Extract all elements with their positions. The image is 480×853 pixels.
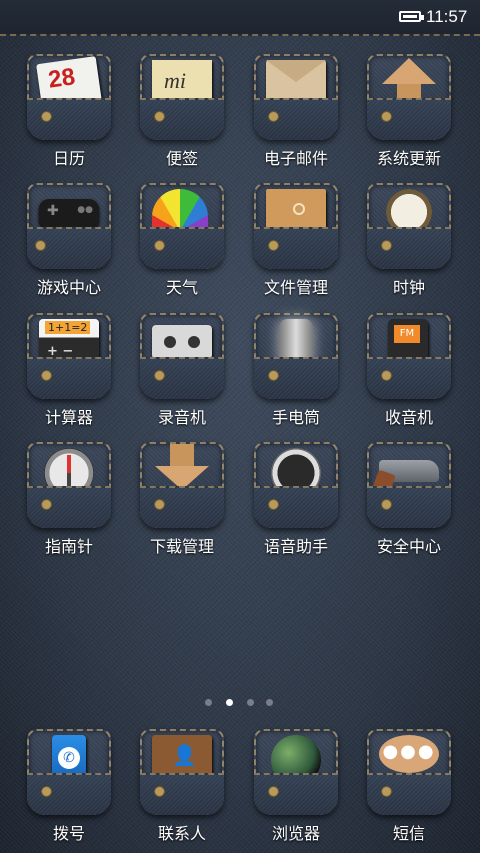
- cassette-recorder-icon: [152, 325, 212, 359]
- page-dot[interactable]: [205, 699, 212, 706]
- page-dot[interactable]: [266, 699, 273, 706]
- app-email[interactable]: 电子邮件: [251, 54, 341, 174]
- app-label: 录音机: [157, 408, 206, 427]
- app-flashlight[interactable]: 手电筒: [251, 313, 341, 433]
- app-system-update[interactable]: 系统更新: [364, 54, 454, 174]
- app-label: 联系人: [157, 824, 206, 843]
- app-label: 浏览器: [271, 824, 320, 843]
- system-update-icon: [382, 58, 436, 84]
- battery-icon: [399, 11, 424, 22]
- app-label: 便签: [165, 149, 198, 168]
- app-clock[interactable]: 时钟: [364, 183, 454, 303]
- app-label: 下载管理: [149, 537, 214, 556]
- app-game-center[interactable]: 游戏中心: [24, 183, 114, 303]
- app-download-manager[interactable]: 下载管理: [137, 442, 227, 562]
- app-label: 电子邮件: [263, 149, 328, 168]
- dock-contacts[interactable]: 👤 联系人: [137, 729, 227, 849]
- app-label: 时钟: [392, 278, 425, 297]
- app-label: 语音助手: [263, 537, 328, 556]
- app-label: 天气: [165, 278, 198, 297]
- app-weather[interactable]: 天气: [137, 183, 227, 303]
- page-dot-current[interactable]: [226, 699, 233, 706]
- revolver-icon: [379, 460, 439, 482]
- app-label: 收音机: [384, 408, 433, 427]
- app-label: 短信: [392, 824, 425, 843]
- app-label: 指南针: [44, 537, 93, 556]
- download-arrow-icon: [170, 444, 194, 466]
- app-radio[interactable]: FM 收音机: [364, 313, 454, 433]
- app-label: 游戏中心: [36, 278, 101, 297]
- page-dot[interactable]: [247, 699, 254, 706]
- app-label: 安全中心: [376, 537, 441, 556]
- app-calendar[interactable]: 28 日历: [24, 54, 114, 174]
- app-label: 拨号: [52, 824, 85, 843]
- dock-messages[interactable]: ●●● 短信: [364, 729, 454, 849]
- status-bar: 11:57: [0, 0, 480, 36]
- app-file-manager[interactable]: 文件管理: [251, 183, 341, 303]
- dock-dialer[interactable]: ✆ 拨号: [24, 729, 114, 849]
- app-label: 计算器: [44, 408, 93, 427]
- app-notes[interactable]: mi 便签: [137, 54, 227, 174]
- app-calculator[interactable]: 1+1=2 + − 计算器: [24, 313, 114, 433]
- app-label: 系统更新: [376, 149, 441, 168]
- app-label: 手电筒: [271, 408, 320, 427]
- app-label: 日历: [52, 149, 85, 168]
- game-controller-icon: [39, 199, 99, 229]
- app-compass[interactable]: 指南针: [24, 442, 114, 562]
- page-indicator[interactable]: [205, 699, 275, 709]
- status-clock: 11:57: [426, 7, 468, 26]
- app-label: 文件管理: [263, 278, 328, 297]
- message-bubble-icon: ●●●: [379, 735, 439, 773]
- app-security-center[interactable]: 安全中心: [364, 442, 454, 562]
- dock-browser[interactable]: 浏览器: [251, 729, 341, 849]
- app-recorder[interactable]: 录音机: [137, 313, 227, 433]
- app-voice-assistant[interactable]: 语音助手: [251, 442, 341, 562]
